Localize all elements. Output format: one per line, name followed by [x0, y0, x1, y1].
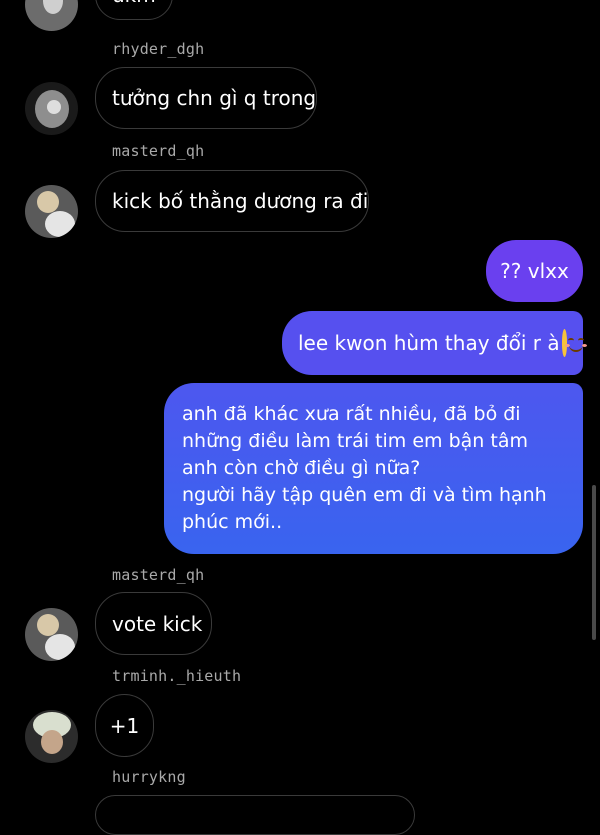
sender-name: trminh._hieuth — [112, 667, 242, 685]
avatar[interactable] — [25, 82, 78, 135]
message-bubble[interactable]: tưởng chn gì q trong — [95, 67, 317, 129]
message-text: vote kick — [112, 611, 203, 636]
avatar[interactable] — [25, 608, 78, 661]
message-bubble[interactable]: vote kick — [95, 592, 212, 655]
avatar[interactable] — [25, 0, 78, 31]
message-text: +1 — [109, 713, 140, 738]
sender-name: rhyder_dgh — [112, 40, 205, 58]
message-bubble[interactable]: ukm — [95, 0, 173, 20]
smiling-face-emoji — [561, 329, 587, 357]
message-text: ?? vlxx — [500, 259, 569, 283]
message-text: kick bố thằng dương ra đi — [112, 189, 369, 213]
message-bubble[interactable]: +1 — [95, 694, 154, 757]
message-bubble[interactable]: kick bố thằng dương ra đi — [95, 170, 369, 232]
message-text: anh đã khác xưa rất nhiều, đã bỏ đi nhữn… — [182, 403, 547, 533]
sent-message-bubble[interactable]: anh đã khác xưa rất nhiều, đã bỏ đi nhữn… — [164, 383, 583, 554]
sender-name: masterd_qh — [112, 142, 205, 160]
avatar[interactable] — [25, 710, 78, 763]
message-text: tưởng chn gì q trong — [112, 86, 317, 110]
scrollbar[interactable] — [592, 485, 596, 640]
sent-message-bubble[interactable]: lee kwon hùm thay đổi r à — [282, 311, 587, 375]
message-text: lee kwon hùm thay đổi r à — [298, 331, 560, 355]
sender-name: masterd_qh — [112, 566, 205, 584]
chat-thread: ukm rhyder_dgh tưởng chn gì q trong mast… — [0, 0, 600, 835]
message-text: ukm — [112, 0, 156, 7]
message-bubble[interactable] — [95, 795, 415, 835]
avatar[interactable] — [25, 185, 78, 238]
sender-name: hurrykng — [112, 768, 186, 786]
sent-message-bubble[interactable]: ?? vlxx — [486, 240, 583, 302]
